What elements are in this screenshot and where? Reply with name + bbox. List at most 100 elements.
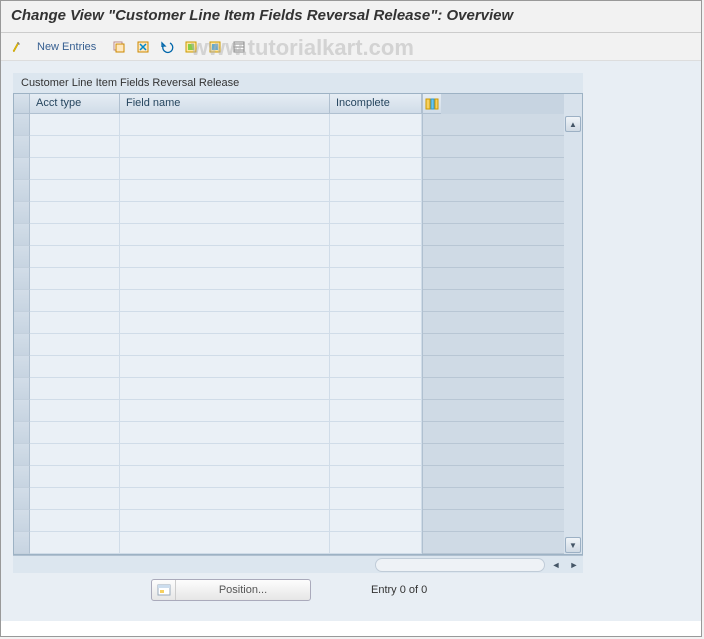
table-row[interactable] — [30, 532, 422, 554]
table-row[interactable] — [30, 246, 422, 268]
cell-incomplete[interactable] — [330, 268, 422, 290]
cell-incomplete[interactable] — [330, 158, 422, 180]
cell-incomplete[interactable] — [330, 510, 422, 532]
cell-incomplete[interactable] — [330, 488, 422, 510]
copy-icon[interactable] — [110, 38, 128, 56]
cell-incomplete[interactable] — [330, 224, 422, 246]
vertical-scrollbar[interactable]: ▲ ▼ — [564, 94, 582, 554]
col-incomplete[interactable]: Incomplete — [330, 94, 422, 114]
row-selector[interactable] — [14, 180, 30, 202]
toggle-view-icon[interactable] — [9, 38, 27, 56]
cell-incomplete[interactable] — [330, 400, 422, 422]
cell-acct-type[interactable] — [30, 114, 120, 136]
cell-field-name[interactable] — [120, 400, 330, 422]
cell-incomplete[interactable] — [330, 466, 422, 488]
table-row[interactable] — [30, 114, 422, 136]
row-selector[interactable] — [14, 268, 30, 290]
cell-acct-type[interactable] — [30, 488, 120, 510]
cell-incomplete[interactable] — [330, 444, 422, 466]
table-row[interactable] — [30, 136, 422, 158]
cell-incomplete[interactable] — [330, 334, 422, 356]
cell-acct-type[interactable] — [30, 202, 120, 224]
position-button[interactable]: Position... — [151, 579, 311, 601]
cell-acct-type[interactable] — [30, 290, 120, 312]
table-row[interactable] — [30, 202, 422, 224]
cell-field-name[interactable] — [120, 334, 330, 356]
scroll-track[interactable] — [566, 134, 580, 534]
row-selector[interactable] — [14, 334, 30, 356]
row-selector[interactable] — [14, 312, 30, 334]
cell-field-name[interactable] — [120, 488, 330, 510]
row-selector[interactable] — [14, 532, 30, 554]
cell-incomplete[interactable] — [330, 378, 422, 400]
table-row[interactable] — [30, 488, 422, 510]
table-row[interactable] — [30, 290, 422, 312]
table-settings-icon[interactable] — [423, 94, 441, 114]
scroll-right-icon[interactable]: ► — [567, 558, 581, 572]
cell-field-name[interactable] — [120, 136, 330, 158]
cell-field-name[interactable] — [120, 202, 330, 224]
row-selector[interactable] — [14, 158, 30, 180]
row-selector[interactable] — [14, 246, 30, 268]
cell-field-name[interactable] — [120, 246, 330, 268]
table-row[interactable] — [30, 268, 422, 290]
row-selector[interactable] — [14, 202, 30, 224]
table-row[interactable] — [30, 224, 422, 246]
cell-field-name[interactable] — [120, 158, 330, 180]
table-row[interactable] — [30, 466, 422, 488]
cell-field-name[interactable] — [120, 268, 330, 290]
cell-incomplete[interactable] — [330, 312, 422, 334]
cell-field-name[interactable] — [120, 510, 330, 532]
cell-acct-type[interactable] — [30, 444, 120, 466]
cell-field-name[interactable] — [120, 114, 330, 136]
cell-acct-type[interactable] — [30, 466, 120, 488]
cell-acct-type[interactable] — [30, 158, 120, 180]
cell-incomplete[interactable] — [330, 290, 422, 312]
cell-field-name[interactable] — [120, 224, 330, 246]
table-row[interactable] — [30, 334, 422, 356]
table-row[interactable] — [30, 378, 422, 400]
cell-acct-type[interactable] — [30, 422, 120, 444]
new-entries-button[interactable]: New Entries — [33, 39, 100, 55]
row-selector[interactable] — [14, 444, 30, 466]
table-row[interactable] — [30, 158, 422, 180]
cell-acct-type[interactable] — [30, 334, 120, 356]
table-row[interactable] — [30, 356, 422, 378]
table-row[interactable] — [30, 312, 422, 334]
select-block-icon[interactable] — [206, 38, 224, 56]
scroll-down-icon[interactable]: ▼ — [565, 537, 581, 553]
cell-field-name[interactable] — [120, 180, 330, 202]
table-row[interactable] — [30, 180, 422, 202]
row-selector[interactable] — [14, 356, 30, 378]
cell-field-name[interactable] — [120, 532, 330, 554]
cell-acct-type[interactable] — [30, 268, 120, 290]
cell-incomplete[interactable] — [330, 180, 422, 202]
row-selector[interactable] — [14, 136, 30, 158]
cell-acct-type[interactable] — [30, 378, 120, 400]
cell-incomplete[interactable] — [330, 532, 422, 554]
horizontal-scrollbar[interactable]: ◄ ► — [13, 555, 583, 573]
cell-acct-type[interactable] — [30, 136, 120, 158]
cell-acct-type[interactable] — [30, 532, 120, 554]
cell-acct-type[interactable] — [30, 510, 120, 532]
row-selector[interactable] — [14, 224, 30, 246]
table-row[interactable] — [30, 422, 422, 444]
table-row[interactable] — [30, 510, 422, 532]
cell-acct-type[interactable] — [30, 400, 120, 422]
cell-field-name[interactable] — [120, 290, 330, 312]
cell-acct-type[interactable] — [30, 312, 120, 334]
cell-acct-type[interactable] — [30, 180, 120, 202]
row-selector[interactable] — [14, 510, 30, 532]
deselect-all-icon[interactable] — [230, 38, 248, 56]
cell-field-name[interactable] — [120, 444, 330, 466]
scroll-up-icon[interactable]: ▲ — [565, 116, 581, 132]
col-acct-type[interactable]: Acct type — [30, 94, 120, 114]
row-selector[interactable] — [14, 378, 30, 400]
row-selector[interactable] — [14, 114, 30, 136]
scroll-left-icon[interactable]: ◄ — [549, 558, 563, 572]
cell-incomplete[interactable] — [330, 356, 422, 378]
undo-icon[interactable] — [158, 38, 176, 56]
cell-field-name[interactable] — [120, 312, 330, 334]
cell-incomplete[interactable] — [330, 136, 422, 158]
cell-acct-type[interactable] — [30, 356, 120, 378]
